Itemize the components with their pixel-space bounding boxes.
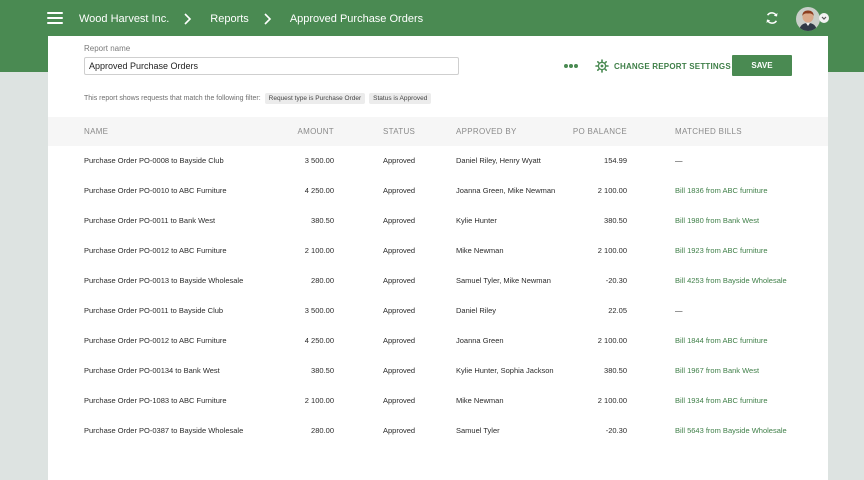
cell-amount: 2 100.00 [274,246,334,255]
cell-name: Purchase Order PO-00134 to Bank West [84,366,220,375]
chevron-down-icon[interactable] [819,13,829,23]
cell-name: Purchase Order PO-0011 to Bank West [84,216,215,225]
filter-chip-status[interactable]: Status is Approved [369,93,431,104]
column-header-status[interactable]: STATUS [383,127,415,136]
column-header-amount[interactable]: AMOUNT [274,127,334,136]
cell-amount: 280.00 [274,276,334,285]
cell-amount: 380.50 [274,366,334,375]
table-row[interactable]: Purchase Order PO-0013 to Bayside Wholes… [48,266,828,296]
cell-status: Approved [383,216,415,225]
table-row[interactable]: Purchase Order PO-1083 to ABC Furniture … [48,386,828,416]
matched-bill-link[interactable]: Bill 1980 from Bank West [675,216,759,225]
change-report-settings-label: CHANGE REPORT SETTINGS [614,62,731,71]
hamburger-menu-icon[interactable] [47,12,63,24]
table-row[interactable]: Purchase Order PO-0011 to Bayside Club 3… [48,296,828,326]
cell-po-balance: 2 100.00 [567,336,627,345]
more-dots-icon[interactable] [564,64,580,70]
cell-amount: 280.00 [274,426,334,435]
table-row[interactable]: Purchase Order PO-0387 to Bayside Wholes… [48,416,828,446]
save-button[interactable]: SAVE [732,55,792,76]
change-report-settings-button[interactable]: CHANGE REPORT SETTINGS [595,59,731,73]
breadcrumb-reports[interactable]: Reports [210,13,249,25]
cell-status: Approved [383,156,415,165]
cell-approved-by: Kylie Hunter [456,216,497,225]
breadcrumb: Wood Harvest Inc. Reports Approved Purch… [79,11,423,27]
cell-approved-by: Daniel Riley [456,306,496,315]
cell-po-balance: 154.99 [567,156,627,165]
cell-status: Approved [383,186,415,195]
filter-description: This report shows requests that match th… [84,95,261,102]
cell-name: Purchase Order PO-0010 to ABC Furniture [84,186,227,195]
matched-bill-link[interactable]: Bill 5643 from Bayside Wholesale [675,426,787,435]
cell-amount: 3 500.00 [274,306,334,315]
gear-icon [595,59,609,73]
cell-approved-by: Samuel Tyler [456,426,500,435]
matched-bill-link[interactable]: Bill 1967 from Bank West [675,366,759,375]
matched-bill-link[interactable]: Bill 1934 from ABC furniture [675,396,768,405]
cell-approved-by: Mike Newman [456,396,504,405]
cell-matched-bills: — [675,156,683,165]
cell-status: Approved [383,336,415,345]
cell-po-balance: 2 100.00 [567,246,627,255]
column-header-matched-bills[interactable]: MATCHED BILLS [675,127,742,136]
report-name-input[interactable] [84,57,459,75]
cell-name: Purchase Order PO-0387 to Bayside Wholes… [84,426,243,435]
cell-matched-bills: — [675,306,683,315]
matched-bill-link[interactable]: Bill 1836 from ABC furniture [675,186,768,195]
cell-status: Approved [383,366,415,375]
cell-name: Purchase Order PO-0012 to ABC Furniture [84,246,227,255]
cell-status: Approved [383,426,415,435]
table-row[interactable]: Purchase Order PO-0010 to ABC Furniture … [48,176,828,206]
user-avatar[interactable] [796,7,820,31]
cell-amount: 4 250.00 [274,186,334,195]
refresh-icon[interactable] [764,10,780,26]
table-row[interactable]: Purchase Order PO-0012 to ABC Furniture … [48,326,828,356]
cell-amount: 3 500.00 [274,156,334,165]
cell-approved-by: Samuel Tyler, Mike Newman [456,276,551,285]
cell-po-balance: 2 100.00 [567,186,627,195]
cell-approved-by: Daniel Riley, Henry Wyatt [456,156,541,165]
cell-status: Approved [383,276,415,285]
column-header-po-balance[interactable]: PO BALANCE [567,127,627,136]
cell-approved-by: Joanna Green, Mike Newman [456,186,555,195]
cell-po-balance: -20.30 [567,426,627,435]
cell-name: Purchase Order PO-0013 to Bayside Wholes… [84,276,243,285]
cell-amount: 380.50 [274,216,334,225]
column-header-approved-by[interactable]: APPROVED BY [456,127,517,136]
column-header-name[interactable]: NAME [84,127,108,136]
breadcrumb-company[interactable]: Wood Harvest Inc. [79,13,169,25]
filter-chip-request-type[interactable]: Request type is Purchase Order [265,93,366,104]
cell-status: Approved [383,396,415,405]
cell-name: Purchase Order PO-1083 to ABC Furniture [84,396,227,405]
table-row[interactable]: Purchase Order PO-0011 to Bank West 380.… [48,206,828,236]
cell-amount: 4 250.00 [274,336,334,345]
cell-name: Purchase Order PO-0011 to Bayside Club [84,306,223,315]
cell-po-balance: 380.50 [567,216,627,225]
cell-amount: 2 100.00 [274,396,334,405]
cell-approved-by: Joanna Green [456,336,504,345]
cell-name: Purchase Order PO-0012 to ABC Furniture [84,336,227,345]
table-row[interactable]: Purchase Order PO-0008 to Bayside Club 3… [48,146,828,176]
cell-approved-by: Kylie Hunter, Sophia Jackson [456,366,554,375]
filter-summary: This report shows requests that match th… [84,92,435,105]
report-name-label: Report name [84,44,130,53]
cell-po-balance: 380.50 [567,366,627,375]
matched-bill-link[interactable]: Bill 1844 from ABC furniture [675,336,768,345]
table-row[interactable]: Purchase Order PO-0012 to ABC Furniture … [48,236,828,266]
cell-status: Approved [383,306,415,315]
table-header: NAME AMOUNT STATUS APPROVED BY PO BALANC… [48,117,828,146]
matched-bill-link[interactable]: Bill 1923 from ABC furniture [675,246,768,255]
chevron-right-icon [260,12,278,26]
cell-approved-by: Mike Newman [456,246,504,255]
report-panel: Report name CHANGE REPORT SETTINGS SAVE … [48,36,828,480]
chevron-right-icon [180,12,198,26]
cell-po-balance: -20.30 [567,276,627,285]
cell-po-balance: 2 100.00 [567,396,627,405]
cell-name: Purchase Order PO-0008 to Bayside Club [84,156,224,165]
table-row[interactable]: Purchase Order PO-00134 to Bank West 380… [48,356,828,386]
cell-status: Approved [383,246,415,255]
breadcrumb-current-page: Approved Purchase Orders [290,13,423,25]
cell-po-balance: 22.05 [567,306,627,315]
matched-bill-link[interactable]: Bill 4253 from Bayside Wholesale [675,276,787,285]
